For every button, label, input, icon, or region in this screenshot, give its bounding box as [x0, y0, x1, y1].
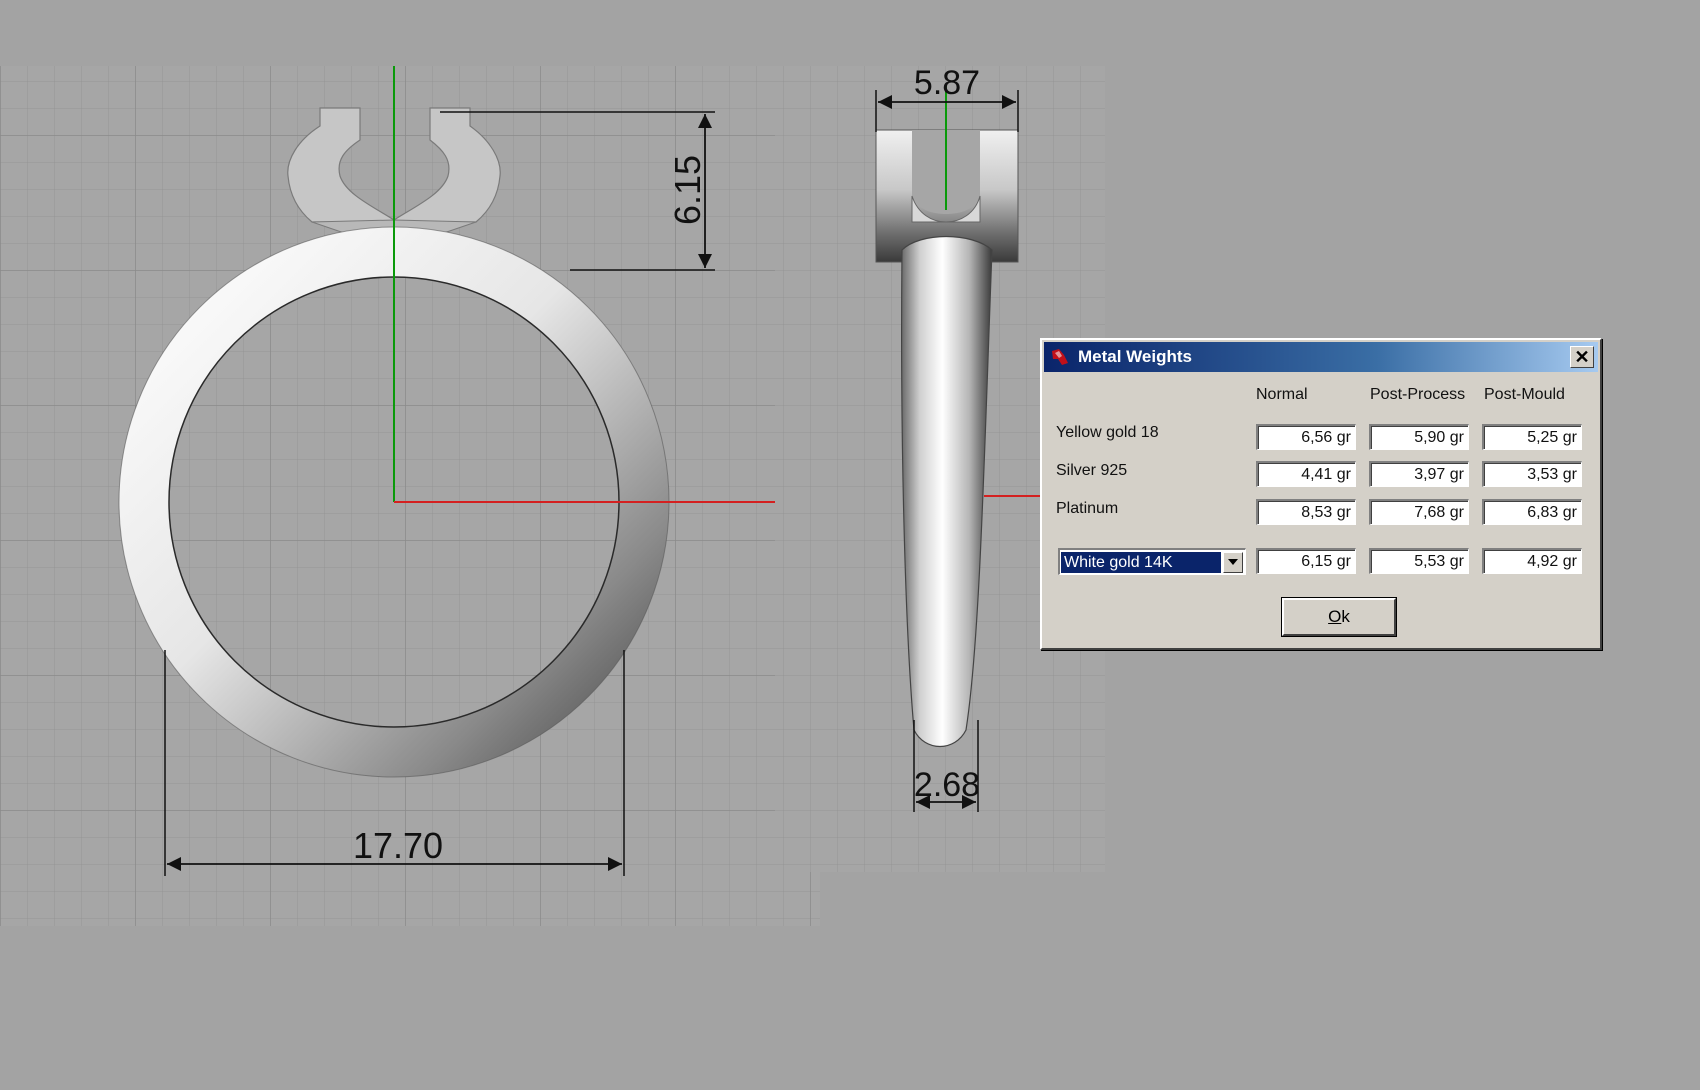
ok-button[interactable]: Ok: [1282, 598, 1396, 636]
ok-button-mnemonic: O: [1328, 607, 1342, 626]
silver-post-process-field[interactable]: 3,97 gr: [1369, 461, 1469, 487]
metal-select-value: White gold 14K: [1061, 551, 1221, 573]
metal-weights-dialog: Metal Weights ✕ Normal Post-Process Post…: [1040, 338, 1602, 650]
close-icon: ✕: [1574, 347, 1590, 367]
rhino-icon: [1052, 349, 1068, 365]
dim-height-label: 6.15: [667, 155, 708, 225]
row-label-yellow-gold: Yellow gold 18: [1056, 424, 1159, 441]
metal-select[interactable]: White gold 14K: [1058, 548, 1246, 575]
custom-normal-field[interactable]: 6,15 gr: [1256, 548, 1356, 574]
dialog-titlebar[interactable]: Metal Weights ✕: [1044, 342, 1598, 372]
row-label-silver: Silver 925: [1056, 462, 1128, 479]
column-header-post-mould: Post-Mould: [1484, 386, 1565, 403]
custom-post-mould-field[interactable]: 4,92 gr: [1482, 548, 1582, 574]
row-label-platinum: Platinum: [1056, 500, 1119, 517]
yellow-gold-normal-field[interactable]: 6,56 gr: [1256, 424, 1356, 450]
yellow-gold-post-mould-field[interactable]: 5,25 gr: [1482, 424, 1582, 450]
dim-top-label: 5.87: [914, 64, 980, 102]
column-header-normal: Normal: [1256, 386, 1308, 403]
dropdown-arrow-button[interactable]: [1223, 551, 1243, 573]
chevron-down-icon: [1228, 559, 1238, 565]
platinum-post-process-field[interactable]: 7,68 gr: [1369, 499, 1469, 525]
dim-width-label: 17.70: [353, 825, 443, 866]
dim-bottom-label: 2.68: [914, 766, 980, 804]
platinum-normal-field[interactable]: 8,53 gr: [1256, 499, 1356, 525]
silver-normal-field[interactable]: 4,41 gr: [1256, 461, 1356, 487]
close-button[interactable]: ✕: [1570, 346, 1594, 368]
custom-post-process-field[interactable]: 5,53 gr: [1369, 548, 1469, 574]
yellow-gold-post-process-field[interactable]: 5,90 gr: [1369, 424, 1469, 450]
silver-post-mould-field[interactable]: 3,53 gr: [1482, 461, 1582, 487]
column-header-post-process: Post-Process: [1370, 386, 1466, 403]
platinum-post-mould-field[interactable]: 6,83 gr: [1482, 499, 1582, 525]
ok-button-label: k: [1341, 607, 1350, 626]
dialog-title: Metal Weights: [1078, 347, 1192, 366]
